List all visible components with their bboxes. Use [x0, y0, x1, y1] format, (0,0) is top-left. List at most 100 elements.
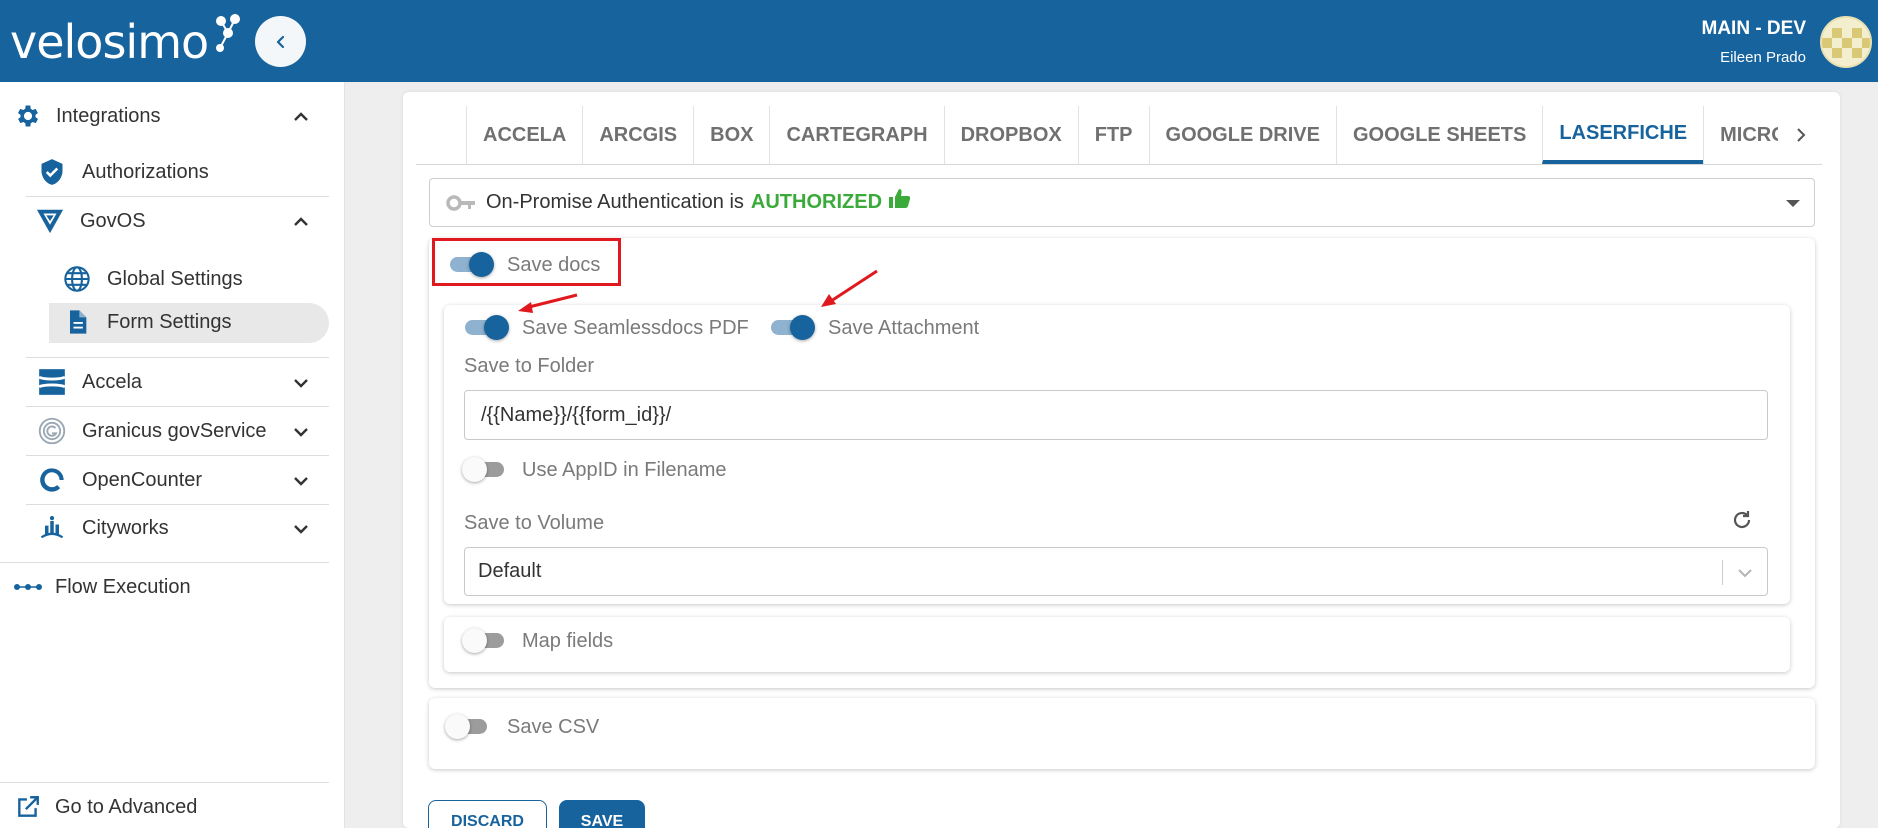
- auth-prefix-text: On-Promise Authentication is: [486, 191, 744, 213]
- annotation-arrow: [518, 293, 578, 313]
- sidebar-item-label: Accela: [82, 370, 143, 393]
- sidebar-item-label: OpenCounter: [82, 468, 203, 491]
- highlight-annotation-box: [432, 238, 621, 286]
- sidebar: Integrations Authorizations GovOS Global…: [0, 82, 345, 828]
- sidebar-item-form-settings[interactable]: Form Settings: [63, 308, 231, 336]
- tab-cartegraph[interactable]: CARTEGRAPH: [769, 106, 943, 164]
- globe-icon: [63, 265, 91, 293]
- toggle-knob: [484, 315, 509, 340]
- select-separator: [1722, 560, 1723, 585]
- chevron-down-icon[interactable]: [292, 520, 310, 538]
- chevron-up-icon[interactable]: [292, 108, 310, 126]
- sidebar-item-label: Flow Execution: [55, 575, 191, 598]
- sidebar-item-cityworks[interactable]: Cityworks: [38, 514, 169, 542]
- sidebar-item-authorizations[interactable]: Authorizations: [38, 158, 209, 186]
- save-to-volume-label: Save to Volume: [464, 512, 605, 534]
- tab-google-drive[interactable]: GOOGLE DRIVE: [1148, 106, 1336, 164]
- tab-google-sheets[interactable]: GOOGLE SHEETS: [1335, 106, 1542, 164]
- accela-logo-icon: [38, 368, 66, 396]
- tabs-scroll-right-button[interactable]: [1786, 120, 1816, 150]
- tab-box[interactable]: BOX: [693, 106, 769, 164]
- chevron-down-icon: [1738, 569, 1752, 578]
- flow-dots-icon: [14, 573, 42, 601]
- map-fields-section: [444, 617, 1790, 672]
- save-csv-toggle[interactable]: [445, 713, 491, 739]
- use-appid-label: Use AppID in Filename: [522, 459, 727, 481]
- integration-tabs: ACCELA ARCGIS BOX CARTEGRAPH DROPBOX FTP…: [466, 106, 1778, 164]
- save-pdf-label: Save Seamlessdocs PDF: [522, 317, 749, 339]
- tab-dropbox[interactable]: DROPBOX: [943, 106, 1078, 164]
- sidebar-item-flow-execution[interactable]: Flow Execution: [14, 573, 191, 601]
- user-name: Eileen Prado: [1720, 49, 1806, 66]
- cityworks-logo-icon: [38, 514, 66, 542]
- divider: [26, 357, 329, 358]
- sidebar-item-label: Integrations: [56, 104, 161, 127]
- logo-dots-icon: [216, 14, 240, 52]
- tab-accela[interactable]: ACCELA: [466, 106, 582, 164]
- gear-icon: [14, 102, 42, 130]
- use-appid-toggle[interactable]: [462, 456, 508, 482]
- chevron-right-icon: [1797, 128, 1806, 142]
- velosimo-logo[interactable]: velosimo: [10, 12, 240, 72]
- sidebar-item-label: Granicus govService: [82, 419, 267, 442]
- sidebar-item-label: Cityworks: [82, 516, 169, 539]
- external-link-icon: [14, 793, 42, 821]
- divider: [0, 562, 329, 563]
- thumbs-up-icon: [889, 188, 911, 208]
- collapse-sidebar-button[interactable]: [255, 16, 306, 67]
- top-bar: velosimo MAIN - DEV Eileen Prado: [0, 0, 1878, 82]
- sidebar-item-opencounter[interactable]: OpenCounter: [38, 466, 202, 494]
- save-button[interactable]: SAVE: [559, 800, 645, 828]
- divider: [26, 406, 329, 407]
- chevron-down-icon[interactable]: [292, 374, 310, 392]
- sidebar-item-integrations[interactable]: Integrations: [14, 102, 161, 130]
- sidebar-item-accela[interactable]: Accela: [38, 368, 142, 396]
- tab-laserfiche[interactable]: LASERFICHE: [1542, 106, 1704, 164]
- sidebar-item-govos[interactable]: GovOS: [36, 207, 146, 235]
- save-attachment-label: Save Attachment: [828, 317, 980, 339]
- sidebar-item-go-to-advanced[interactable]: Go to Advanced: [14, 793, 197, 821]
- environment-name: MAIN - DEV: [1701, 18, 1807, 39]
- annotation-arrow: [821, 269, 878, 307]
- auth-status-text: AUTHORIZED: [750, 191, 883, 213]
- map-fields-toggle[interactable]: [462, 627, 508, 653]
- save-to-folder-label: Save to Folder: [464, 355, 595, 377]
- opencounter-logo-icon: [38, 466, 66, 494]
- discard-button[interactable]: DISCARD: [428, 800, 547, 828]
- save-attachment-toggle[interactable]: [769, 314, 815, 340]
- save-pdf-toggle[interactable]: [463, 314, 509, 340]
- tab-micro[interactable]: MICRO: [1703, 106, 1778, 164]
- avatar-pattern-icon: [1822, 18, 1870, 66]
- chevron-up-icon[interactable]: [292, 213, 310, 231]
- chevron-down-icon[interactable]: [292, 472, 310, 490]
- sidebar-item-granicus[interactable]: Granicus govService: [38, 417, 267, 445]
- save-to-folder-input[interactable]: [464, 390, 1768, 440]
- key-icon: [446, 194, 475, 211]
- tab-arcgis[interactable]: ARCGIS: [582, 106, 693, 164]
- map-fields-label: Map fields: [522, 630, 614, 652]
- save-csv-label: Save CSV: [507, 716, 600, 738]
- chevron-down-icon[interactable]: [292, 423, 310, 441]
- divider: [26, 455, 329, 456]
- toggle-knob: [462, 628, 487, 653]
- toggle-knob: [445, 714, 470, 739]
- refresh-icon[interactable]: [1730, 508, 1754, 532]
- sidebar-item-label: Go to Advanced: [55, 795, 198, 818]
- save-to-volume-select[interactable]: Default: [464, 547, 1768, 596]
- logo-text: velosimo: [10, 15, 209, 69]
- chevron-left-icon: [276, 35, 284, 48]
- granicus-logo-icon: [38, 417, 66, 445]
- authentication-status-bar[interactable]: On-Promise Authentication is AUTHORIZED: [429, 178, 1815, 227]
- tab-ftp[interactable]: FTP: [1077, 106, 1149, 164]
- toggle-knob: [462, 457, 487, 482]
- divider: [26, 196, 329, 197]
- toggle-knob: [790, 315, 815, 340]
- sidebar-item-label: Global Settings: [107, 267, 243, 290]
- sidebar-item-global-settings[interactable]: Global Settings: [63, 265, 243, 293]
- sidebar-item-label: Form Settings: [107, 310, 232, 333]
- caret-down-icon: [1786, 200, 1800, 207]
- document-icon: [63, 308, 91, 336]
- avatar[interactable]: [1820, 16, 1872, 68]
- divider: [26, 504, 329, 505]
- sidebar-item-label: Authorizations: [82, 160, 209, 183]
